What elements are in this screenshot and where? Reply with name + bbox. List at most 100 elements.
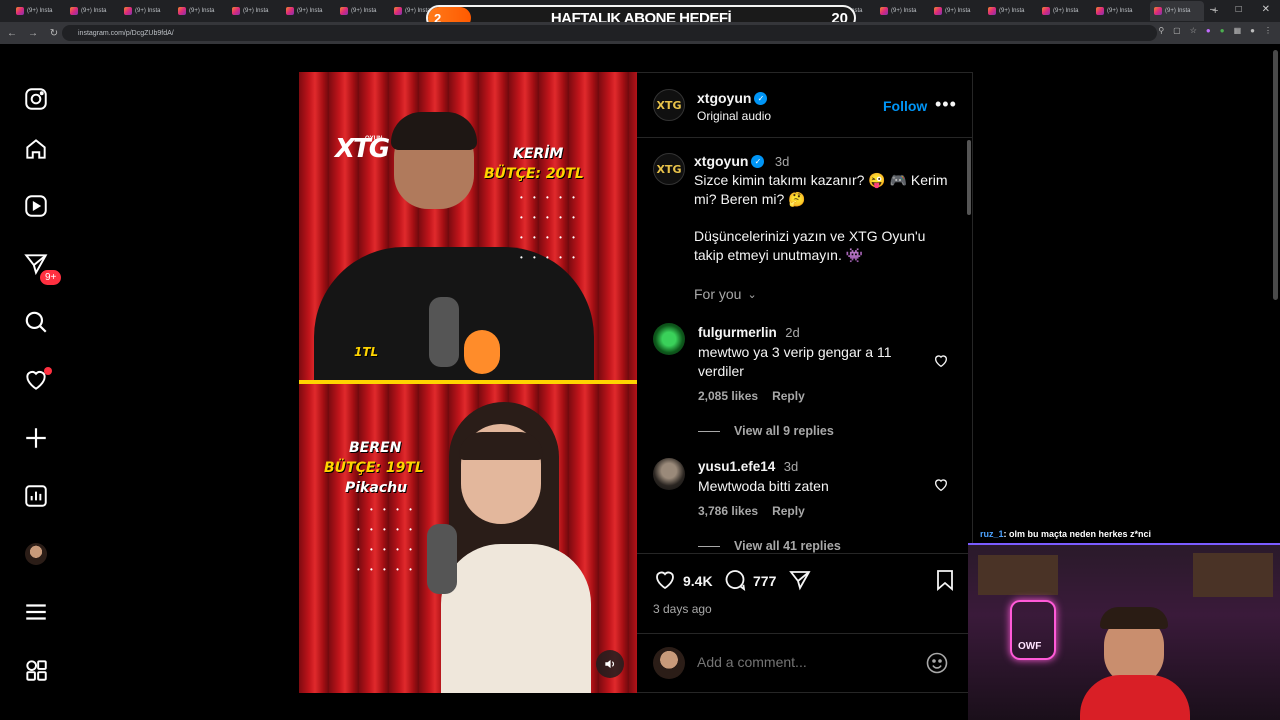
also-from-meta-icon[interactable] [22,656,50,684]
instagram-favicon-icon [988,7,996,15]
zoom-icon[interactable]: ⚲ [1158,26,1164,35]
search-icon[interactable] [22,308,50,336]
browser-tab[interactable]: (9+) Insta [934,3,988,19]
comment-bubble-icon[interactable] [723,568,747,597]
guest-bangs [459,432,543,460]
audio-label[interactable]: Original audio [697,109,771,123]
comment-username[interactable]: fulgurmerlin [698,325,777,340]
comment-reply-link[interactable]: Reply [772,504,805,518]
author-avatar[interactable]: XTG [653,89,685,121]
stream-chat-message: ruz_1: olm bu maçta neden herkes z*nci [980,529,1280,543]
address-bar-row: ← → ↻ instagram.com/p/DcgZUb9fdA/ ⚲ ▢ ☆ … [0,22,1280,44]
profile-icon[interactable]: ● [1250,26,1255,35]
browser-tab[interactable]: (9+) Insta [124,3,178,19]
more-menu-icon[interactable] [22,598,50,626]
create-icon[interactable] [22,424,50,452]
like-heart-icon[interactable] [653,568,677,597]
comment-like-count[interactable]: 2,085 likes [698,389,758,403]
emoji-picker-icon[interactable] [925,651,949,680]
replies-line [698,430,720,432]
extension-icon-2[interactable]: ● [1220,26,1225,35]
mute-toggle-button[interactable] [596,650,624,678]
reels-icon[interactable] [22,192,50,220]
url-text: instagram.com/p/DcgZUb9fdA/ [78,29,174,37]
instagram-favicon-icon [124,7,132,15]
comment-like-heart-icon[interactable] [933,353,949,374]
install-icon[interactable]: ▢ [1173,26,1181,35]
browser-tab[interactable]: (9+) Insta [880,3,934,19]
forward-icon[interactable]: → [24,28,42,39]
overlay-name-beren: BEREN [349,440,402,456]
comment-like-count[interactable]: 3,786 likes [698,504,758,518]
minimize-icon[interactable]: – [1210,4,1216,15]
reel-video[interactable]: XTG OYUN KERİM BÜTÇE: 20TL • • • • • • • … [299,72,637,693]
extension-icon-1[interactable]: ● [1206,26,1211,35]
add-comment-bar [637,633,972,693]
maximize-icon[interactable]: □ [1236,4,1242,15]
browser-tab[interactable]: (9+) Insta [1150,1,1204,21]
reload-icon[interactable]: ↻ [45,28,63,39]
browser-tab[interactable]: (9+) Insta [1042,3,1096,19]
xtg-logo-sub: OYUN [365,136,383,142]
instagram-favicon-icon [1154,7,1162,15]
webcam-shelf-right [1193,553,1273,597]
share-icon[interactable] [788,568,812,597]
browser-tab[interactable]: (9+) Insta [232,3,286,19]
close-window-icon[interactable]: ✕ [1262,4,1270,15]
follow-button[interactable]: Follow [883,98,927,114]
author-username[interactable]: xtgoyun [697,90,751,106]
pick-slots-bottom: • • • • • • • • • • • • • • • • • • • • [357,505,416,574]
browser-tab[interactable]: (9+) Insta [178,3,232,19]
tab-title: (9+) Insta [81,8,107,14]
home-icon[interactable] [22,135,50,163]
comment-username[interactable]: yusu1.efe14 [698,459,775,474]
browser-tab[interactable]: (9+) Insta [286,3,340,19]
browser-tab[interactable]: (9+) Insta [16,3,70,19]
add-comment-input[interactable] [697,650,917,674]
comment-reply-link[interactable]: Reply [772,389,805,403]
like-count[interactable]: 9.4K [683,573,713,589]
comment-filter-dropdown[interactable]: For you ⌄ [694,286,757,302]
tab-title: (9+) Insta [891,8,917,14]
bookmark-star-icon[interactable]: ☆ [1190,26,1197,35]
reel-bottom-panel: BEREN BÜTÇE: 19TL Pikachu • • • • • • • •… [299,384,637,693]
profile-avatar[interactable] [22,540,50,568]
overlay-price-tag: 1TL [354,345,379,359]
caption-author-avatar[interactable]: XTG [653,153,685,185]
page-scrollbar[interactable] [1273,50,1278,300]
comment-avatar[interactable] [653,323,685,355]
comment-filter-label: For you [694,286,742,302]
instagram-favicon-icon [178,7,186,15]
browser-tab[interactable]: (9+) Insta [340,3,394,19]
comment-like-heart-icon[interactable] [933,477,949,498]
instagram-favicon-icon [1096,7,1104,15]
browser-tab[interactable]: (9+) Insta [988,3,1042,19]
comment-time: 3d [783,459,799,474]
streamer-webcam: OWF [968,543,1280,720]
tab-title: (9+) Insta [1107,8,1133,14]
instagram-logo-icon[interactable] [22,85,50,113]
view-replies-link[interactable]: View all 9 replies [698,424,834,438]
comment-avatar[interactable] [653,458,685,490]
notification-dot [44,367,52,375]
instagram-sidebar [0,44,72,720]
url-field[interactable]: instagram.com/p/DcgZUb9fdA/ [62,25,1157,41]
more-options-icon[interactable]: ••• [935,94,957,115]
verified-badge-icon: ✓ [754,92,768,106]
save-bookmark-icon[interactable] [933,568,957,597]
browser-tab[interactable]: (9+) Insta [1096,3,1150,19]
browser-menu-icon[interactable]: ⋮ [1264,26,1272,35]
streamer-hair [1100,607,1168,629]
tab-title: (9+) Insta [27,8,53,14]
instagram-favicon-icon [1042,7,1050,15]
comments-scrollbar[interactable] [967,140,971,215]
comment-time: 2d [785,325,800,340]
comment-count[interactable]: 777 [753,573,776,589]
caption-author-username[interactable]: xtgoyun [694,153,748,169]
browser-tab[interactable]: (9+) Insta [70,3,124,19]
replies-line [698,545,720,547]
view-replies-link[interactable]: View all 41 replies [698,539,841,553]
extensions-puzzle-icon[interactable]: ▦ [1234,26,1242,35]
back-icon[interactable]: ← [3,28,21,39]
dashboard-icon[interactable] [22,482,50,510]
